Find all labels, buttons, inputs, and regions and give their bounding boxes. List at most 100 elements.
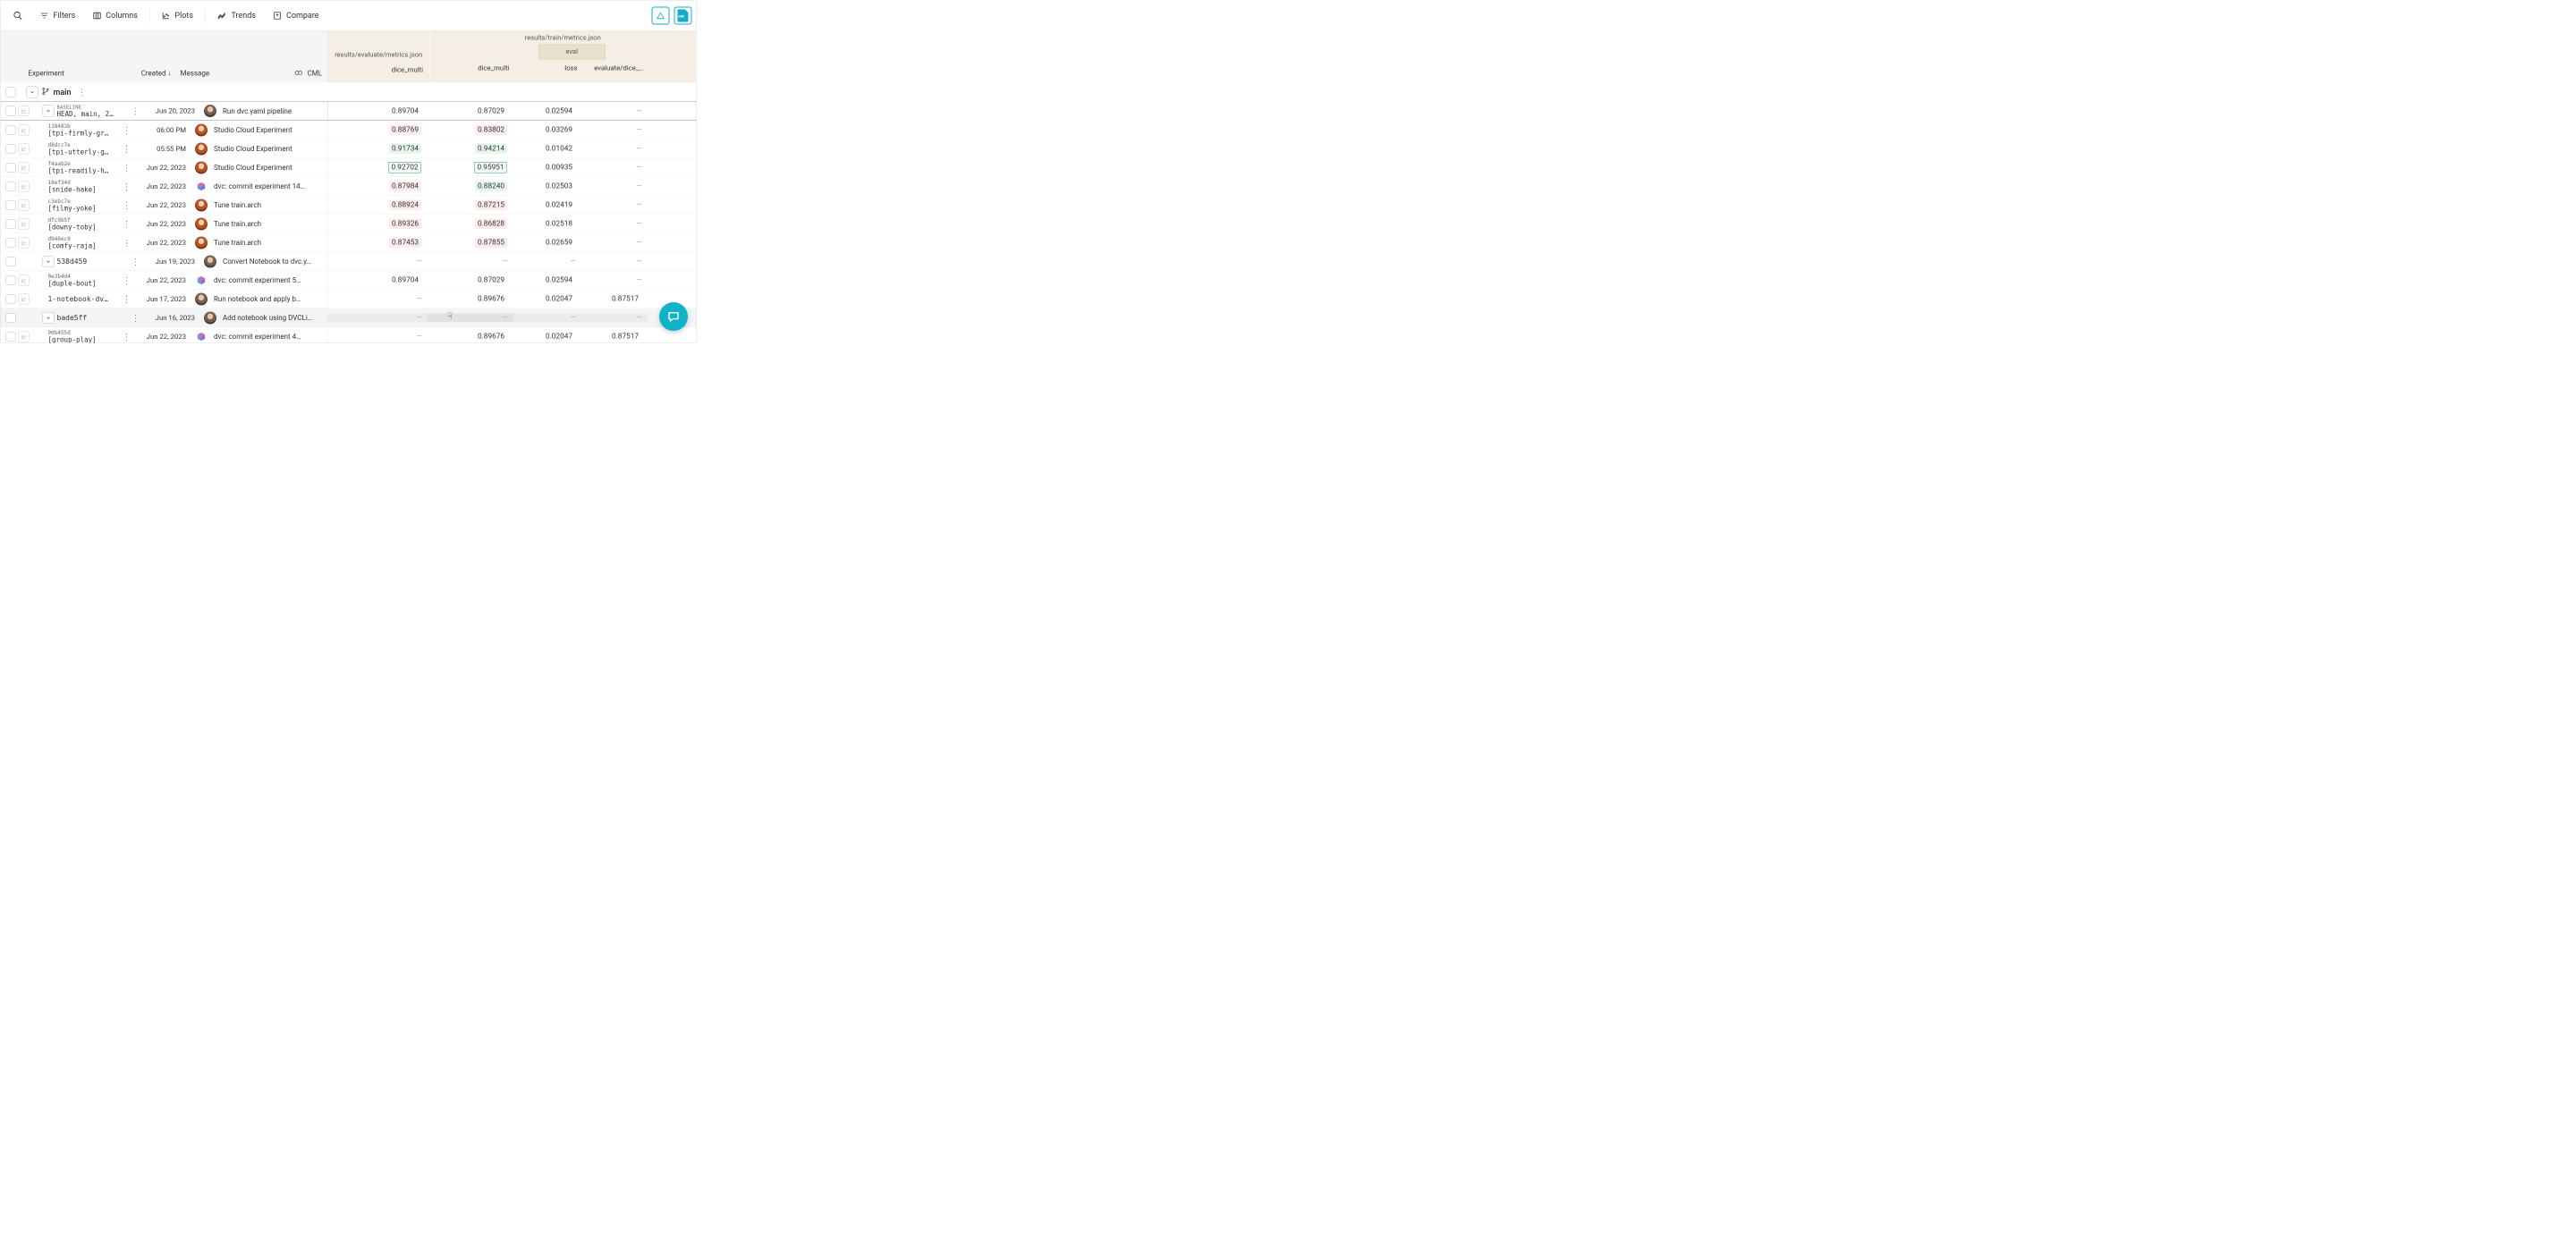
- plot-indicator[interactable]: [19, 181, 30, 191]
- metric-cell: —: [328, 295, 428, 304]
- select-all-checkbox[interactable]: [6, 88, 16, 97]
- row-menu-button[interactable]: ⋮: [120, 124, 134, 135]
- row-menu-button[interactable]: ⋮: [129, 312, 143, 323]
- row-checkbox[interactable]: [6, 182, 16, 191]
- created-cell: Jun 22, 2023: [136, 276, 186, 284]
- expand-button[interactable]: [43, 106, 55, 117]
- message-cell: Run notebook and apply b…: [214, 295, 327, 304]
- row-checkbox[interactable]: [6, 294, 16, 304]
- group-train[interactable]: results/train/metrics.json: [430, 31, 697, 45]
- table-row[interactable]: 1-notebook-dv…⋮Jun 17, 2023Run notebook …: [1, 290, 697, 308]
- plot-indicator[interactable]: [19, 143, 30, 154]
- row-menu-button[interactable]: ⋮: [129, 256, 143, 266]
- expand-button[interactable]: [43, 256, 55, 267]
- row-checkbox[interactable]: [6, 106, 16, 116]
- row-checkbox[interactable]: [6, 332, 16, 342]
- col-loss[interactable]: loss: [516, 64, 584, 77]
- row-checkbox[interactable]: [6, 238, 16, 248]
- row-checkbox[interactable]: [6, 163, 16, 173]
- branch-menu-button[interactable]: ⋮: [75, 87, 89, 97]
- row-menu-button[interactable]: ⋮: [120, 237, 134, 248]
- table-row[interactable]: d946ec9[comfy-raja]⋮Jun 22, 2023Tune tra…: [1, 233, 697, 252]
- row-menu-button[interactable]: ⋮: [120, 181, 134, 191]
- row-checkbox[interactable]: [6, 313, 16, 323]
- table-row[interactable]: 90b455d[group-play]⋮Jun 22, 2023dvc: com…: [1, 327, 697, 343]
- filters-button[interactable]: Filters: [32, 7, 84, 24]
- plot-indicator[interactable]: [19, 275, 30, 285]
- table-row[interactable]: 0e3b4d4[duple-bout]⋮Jun 22, 2023dvc: com…: [1, 271, 697, 290]
- metric-cell: 0.86828: [428, 219, 513, 230]
- plot-indicator[interactable]: [19, 237, 30, 248]
- table-row[interactable]: f4aab2e[tpi-readily-h…⋮Jun 22, 2023Studi…: [1, 158, 697, 177]
- metric-cell: 0.02503: [513, 182, 581, 192]
- plot-indicator[interactable]: [19, 218, 30, 229]
- filters-label: Filters: [54, 11, 76, 21]
- table-row[interactable]: 538d459⋮Jun 19, 2023Convert Notebook to …: [1, 252, 697, 271]
- plot-indicator[interactable]: [19, 106, 30, 116]
- metric-cell: —: [581, 314, 648, 323]
- row-menu-button[interactable]: ⋮: [120, 162, 134, 173]
- trends-button[interactable]: Trends: [209, 7, 264, 24]
- table-row[interactable]: 118483b[tpi-firmly-gr…⋮06:00 PMStudio Cl…: [1, 121, 697, 139]
- cursor-icon: ☟: [447, 310, 453, 321]
- metric-cell: —: [581, 145, 648, 154]
- table-row[interactable]: 18ef34d[snide-hake]⋮Jun 22, 2023dvc: com…: [1, 177, 697, 196]
- row-menu-button[interactable]: ⋮: [120, 199, 134, 210]
- plot-indicator[interactable]: [19, 124, 30, 135]
- metric-cell: 0.87215: [428, 200, 513, 211]
- compare-button[interactable]: Compare: [265, 7, 327, 24]
- header-message[interactable]: Message: [174, 69, 288, 78]
- metric-cell: 0.92702: [328, 162, 428, 173]
- row-menu-button[interactable]: ⋮: [120, 275, 134, 285]
- table-row[interactable]: bade5ff⋮Jun 16, 2023Add notebook using D…: [1, 308, 697, 327]
- row-menu-button[interactable]: ⋮: [129, 106, 143, 116]
- row-menu-button[interactable]: ⋮: [120, 331, 134, 342]
- table-row[interactable]: d8dcc7e[tpi-utterly-g…⋮05:55 PMStudio Cl…: [1, 139, 697, 158]
- chat-button[interactable]: [659, 302, 688, 331]
- col-train-dice-multi[interactable]: dice_multi: [430, 64, 516, 77]
- row-menu-button[interactable]: ⋮: [120, 293, 134, 304]
- row-checkbox[interactable]: [6, 219, 16, 229]
- col-eval-dice-multi[interactable]: dice_multi: [328, 66, 430, 79]
- plots-button[interactable]: Plots: [153, 7, 201, 24]
- experiment-label: f4aab2e[tpi-readily-h…: [48, 160, 117, 174]
- table-row[interactable]: BASELINEHEAD, main, 2…⋮Jun 20, 2023Run d…: [1, 102, 697, 121]
- row-checkbox[interactable]: [6, 144, 16, 154]
- avatar: [204, 105, 216, 117]
- avatar: [195, 199, 208, 211]
- row-checkbox[interactable]: [6, 257, 16, 266]
- metric-cell: 0.89676: [428, 332, 513, 342]
- plot-indicator[interactable]: [19, 162, 30, 173]
- row-menu-button[interactable]: ⋮: [120, 218, 134, 229]
- plot-indicator[interactable]: [19, 199, 30, 210]
- search-button[interactable]: [5, 7, 31, 24]
- header-cml[interactable]: CML: [287, 69, 327, 78]
- message-cell: dvc: commit experiment 14…: [214, 182, 327, 191]
- group-evaluate[interactable]: results/evaluate/metrics.json: [328, 31, 430, 62]
- row-menu-button[interactable]: ⋮: [120, 143, 134, 154]
- export-csv-button[interactable]: [674, 6, 692, 24]
- header-created[interactable]: Created ↓: [110, 69, 174, 78]
- table-row[interactable]: dfc9b5f[downy-toby]⋮Jun 22, 2023Tune tra…: [1, 215, 697, 233]
- metric-cell: 0.87855: [428, 238, 513, 249]
- row-checkbox[interactable]: [6, 125, 16, 135]
- plot-indicator[interactable]: [19, 293, 30, 304]
- created-cell: Jun 19, 2023: [145, 258, 195, 266]
- collapse-branch-button[interactable]: [27, 87, 38, 98]
- avatar: [195, 161, 208, 173]
- subgroup-eval[interactable]: eval: [538, 45, 606, 60]
- row-checkbox[interactable]: [6, 200, 16, 210]
- plot-indicator[interactable]: [19, 331, 30, 342]
- col-evaluate-dice[interactable]: evaluate/dice_…: [584, 64, 650, 77]
- metric-cell: 0.02594: [513, 106, 581, 116]
- expand-button[interactable]: [43, 312, 55, 324]
- row-checkbox[interactable]: [6, 275, 16, 285]
- experiments-table[interactable]: main ⋮ BASELINEHEAD, main, 2…⋮Jun 20, 20…: [1, 83, 697, 343]
- created-cell: Jun 22, 2023: [136, 201, 186, 209]
- columns-button[interactable]: Columns: [84, 7, 146, 24]
- metric-cell: 0.89704: [328, 275, 428, 286]
- delta-button[interactable]: [652, 6, 670, 24]
- table-row[interactable]: c3ebc7e[filmy-yoke]⋮Jun 22, 2023Tune tra…: [1, 196, 697, 215]
- header-experiment[interactable]: Experiment: [6, 69, 110, 78]
- experiment-label: BASELINEHEAD, main, 2…: [57, 104, 126, 118]
